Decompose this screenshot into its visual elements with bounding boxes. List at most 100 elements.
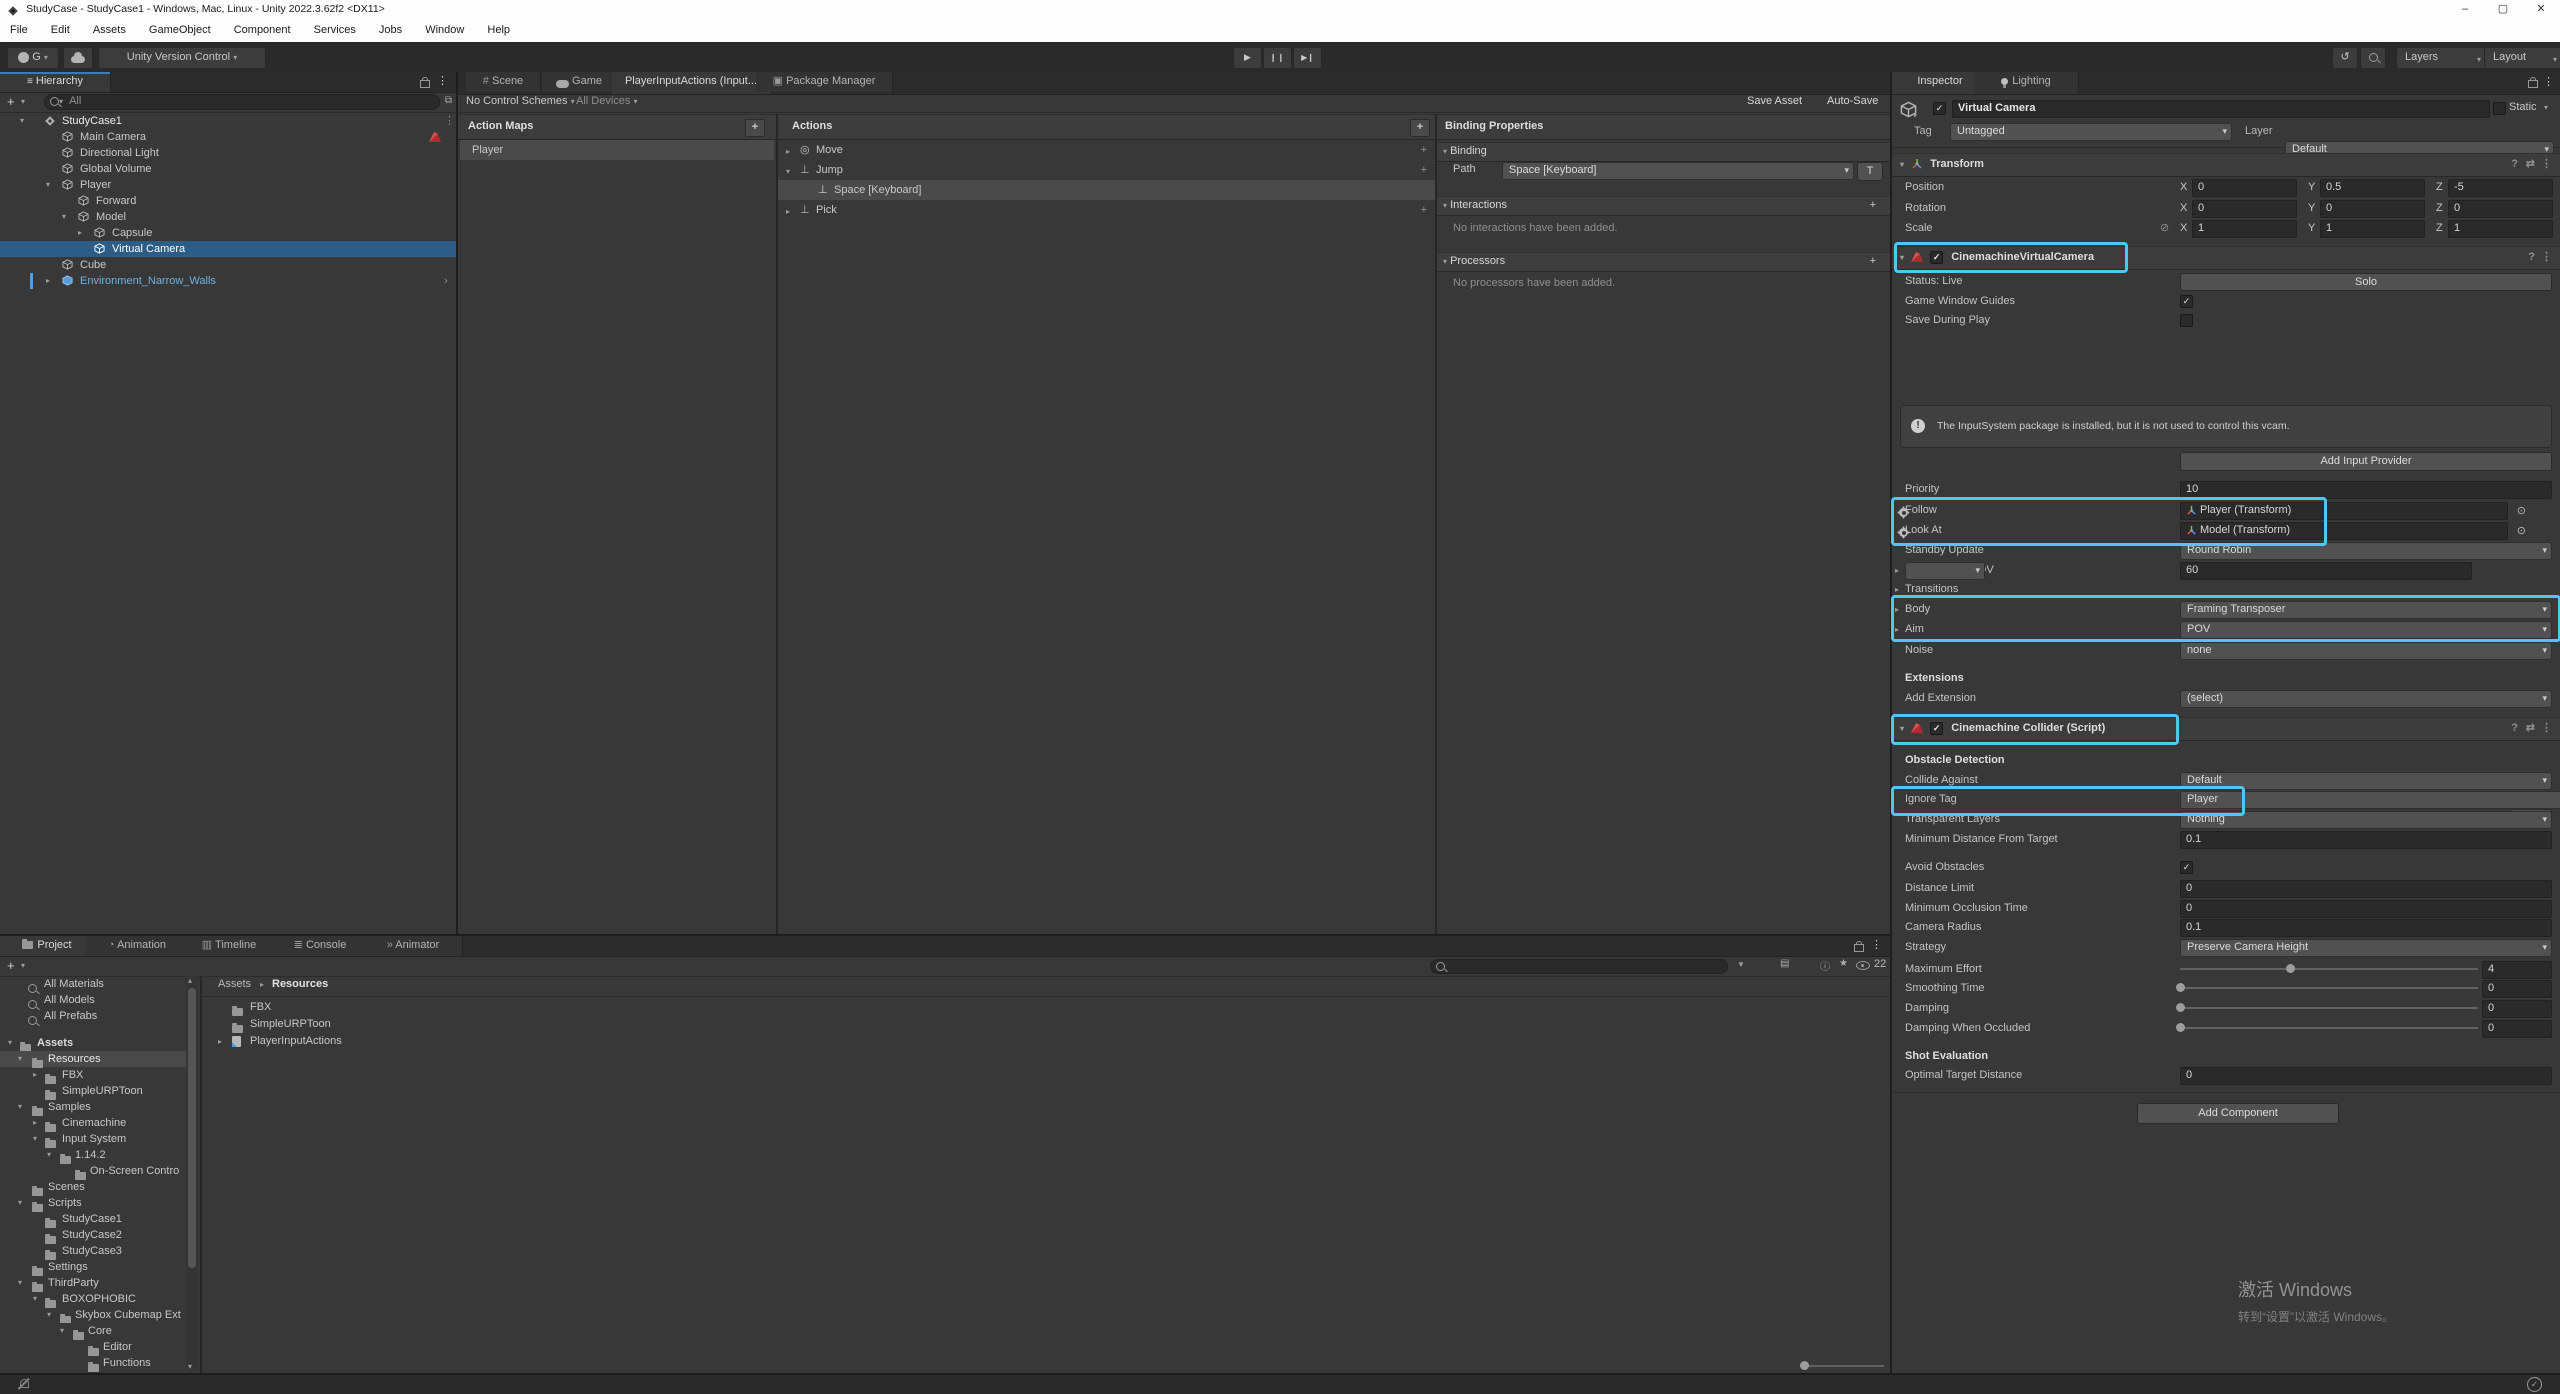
smoothing-time-value[interactable]: 0	[2482, 980, 2552, 998]
tree-samples[interactable]: ▾Samples	[0, 1099, 186, 1115]
play-button[interactable]: ▶	[1233, 47, 1262, 69]
object-picker-icon[interactable]: ⊙	[2517, 503, 2526, 519]
add-action-map-button[interactable]: +	[745, 119, 765, 137]
asset-row-playerinputactions[interactable]: ▸PlayerInputActions	[202, 1033, 602, 1050]
foldout-open-icon[interactable]: ▾	[786, 162, 790, 182]
tree-skybox-cubemap[interactable]: ▾Skybox Cubemap Ext	[0, 1307, 186, 1323]
favorite-star-icon[interactable]: ★	[1839, 958, 1848, 969]
project-kebab-icon[interactable]: ⋮	[1871, 938, 1882, 951]
rotation-z-field[interactable]: 0	[2448, 200, 2553, 218]
path-text-toggle[interactable]: T	[1857, 162, 1883, 181]
interactions-section-header[interactable]: ▾ Interactions +	[1437, 196, 1890, 216]
hierarchy-row-environment-prefab[interactable]: ▸ Environment_Narrow_Walls ›	[0, 273, 456, 289]
add-processor-button[interactable]: +	[1870, 253, 1876, 270]
kebab-icon[interactable]: ⋮	[2541, 247, 2552, 268]
control-schemes-dropdown[interactable]: No Control Schemes ▾	[466, 95, 575, 107]
hierarchy-row-global-volume[interactable]: Global Volume	[0, 161, 456, 177]
presets-icon[interactable]: ⇄	[2526, 718, 2535, 739]
hierarchy-row-forward[interactable]: Forward	[0, 193, 456, 209]
prefab-open-chevron[interactable]: ›	[444, 273, 448, 289]
hierarchy-search-input[interactable]: ▾ All	[44, 94, 440, 110]
slider-knob[interactable]	[1800, 1361, 1809, 1370]
hierarchy-row-main-camera[interactable]: Main Camera	[0, 129, 456, 145]
tree-fbx[interactable]: ▸FBX	[0, 1067, 186, 1083]
avoid-obstacles-checkbox[interactable]: ✓	[2180, 861, 2193, 874]
foldout-open-icon[interactable]: ▾	[47, 1147, 51, 1163]
position-z-field[interactable]: -5	[2448, 179, 2553, 197]
favorite-all-models[interactable]: All Models	[0, 992, 186, 1008]
binding-row-space-keyboard-selected[interactable]: ⊥ Space [Keyboard]	[778, 180, 1435, 200]
minimize-button[interactable]: –	[2448, 0, 2482, 18]
lens-fov-field[interactable]: 60	[2180, 562, 2472, 580]
action-row-jump[interactable]: ▾ ⊥ Jump +	[778, 160, 1435, 180]
tree-core[interactable]: ▾Core	[0, 1323, 186, 1339]
tree-thirdparty[interactable]: ▾ThirdParty	[0, 1275, 186, 1291]
devices-dropdown[interactable]: All Devices ▾	[576, 95, 637, 107]
lens-preset-dropdown[interactable]	[1905, 562, 1985, 580]
kebab-icon[interactable]: ⋮	[2541, 154, 2552, 175]
action-row-pick[interactable]: ▸ ⊥ Pick +	[778, 200, 1435, 220]
tab-console[interactable]: ≣ Console	[274, 936, 367, 956]
menu-window[interactable]: Window	[415, 18, 474, 42]
solo-button[interactable]: Solo	[2180, 273, 2552, 291]
hierarchy-kebab-icon[interactable]: ⋮	[437, 74, 448, 87]
hierarchy-add-caret[interactable]: ▾	[21, 97, 25, 106]
favorite-all-materials[interactable]: All Materials	[0, 976, 186, 992]
scroll-up-icon[interactable]: ▴	[188, 976, 192, 985]
rotation-y-field[interactable]: 0	[2320, 200, 2425, 218]
version-control-button[interactable]: Unity Version Control ▾	[98, 47, 266, 69]
tree-cinemachine[interactable]: ▸Cinemachine	[0, 1115, 186, 1131]
menu-help[interactable]: Help	[477, 18, 520, 42]
foldout-open-icon[interactable]: ▾	[62, 209, 66, 225]
menu-services[interactable]: Services	[304, 18, 366, 42]
tree-scenes[interactable]: Scenes	[0, 1179, 186, 1195]
help-icon[interactable]: ?	[2528, 247, 2535, 268]
hierarchy-row-model[interactable]: ▾ Model	[0, 209, 456, 225]
foldout-open-icon[interactable]: ▾	[46, 177, 50, 193]
add-interaction-button[interactable]: +	[1870, 197, 1876, 214]
add-binding-button[interactable]: +	[1421, 140, 1427, 160]
close-button[interactable]: ✕	[2524, 0, 2558, 18]
scene-kebab-icon[interactable]: ⋮	[444, 113, 455, 129]
foldout-closed-icon[interactable]: ▸	[218, 1033, 222, 1050]
slider-knob[interactable]	[2176, 983, 2185, 992]
breadcrumb-current[interactable]: Resources	[272, 978, 328, 990]
tree-studycase3[interactable]: StudyCase3	[0, 1243, 186, 1259]
maximize-button[interactable]: ▢	[2486, 0, 2520, 18]
project-add-button[interactable]: +	[7, 958, 15, 973]
hierarchy-picker-icon[interactable]: ⧉	[445, 95, 452, 106]
search-button[interactable]	[2360, 47, 2386, 69]
slider-track[interactable]	[2180, 987, 2478, 989]
tree-resources-selected[interactable]: ▾Resources	[0, 1051, 186, 1067]
hierarchy-add-button[interactable]: +	[7, 94, 15, 109]
foldout-open-icon[interactable]: ▾	[18, 1195, 22, 1211]
foldout-open-icon[interactable]: ▾	[18, 1275, 22, 1291]
menu-gameobject[interactable]: GameObject	[139, 18, 221, 42]
search-filter-label-icon[interactable]: ▤	[1780, 958, 1789, 969]
foldout-open-icon[interactable]: ▾	[18, 1099, 22, 1115]
foldout-open-icon[interactable]: ▾	[8, 1035, 12, 1051]
distance-limit-field[interactable]: 0	[2180, 880, 2552, 898]
rotation-x-field[interactable]: 0	[2192, 200, 2297, 218]
collab-status-icon[interactable]: ✓	[2527, 1377, 2542, 1392]
tree-on-screen-controls[interactable]: On-Screen Contro	[0, 1163, 186, 1179]
tab-player-input-actions[interactable]: PlayerInputActions (Input...	[612, 72, 771, 94]
slider-track[interactable]	[2180, 1027, 2478, 1029]
tree-boxophobic[interactable]: ▾BOXOPHOBIC	[0, 1291, 186, 1307]
thumbnail-size-slider[interactable]	[1800, 1364, 1884, 1368]
tree-version-folder[interactable]: ▾1.14.2	[0, 1147, 186, 1163]
help-icon[interactable]: ?	[2511, 154, 2518, 175]
path-dropdown[interactable]: Space [Keyboard]	[1502, 162, 1854, 180]
menu-component[interactable]: Component	[224, 18, 301, 42]
action-row-move[interactable]: ▸ ◎ Move +	[778, 140, 1435, 160]
hierarchy-row-scene[interactable]: ▾ StudyCase1 ⋮	[0, 113, 456, 129]
save-during-play-checkbox[interactable]	[2180, 314, 2193, 327]
foldout-closed-icon[interactable]: ▸	[786, 202, 790, 222]
camera-radius-field[interactable]: 0.1	[2180, 919, 2552, 937]
tab-game[interactable]: Game	[542, 72, 617, 92]
favorite-all-prefabs[interactable]: All Prefabs	[0, 1008, 186, 1024]
add-binding-button[interactable]: +	[1421, 160, 1427, 180]
menu-file[interactable]: File	[0, 18, 38, 42]
kebab-icon[interactable]: ⋮	[2541, 718, 2552, 739]
add-binding-button[interactable]: +	[1421, 200, 1427, 220]
